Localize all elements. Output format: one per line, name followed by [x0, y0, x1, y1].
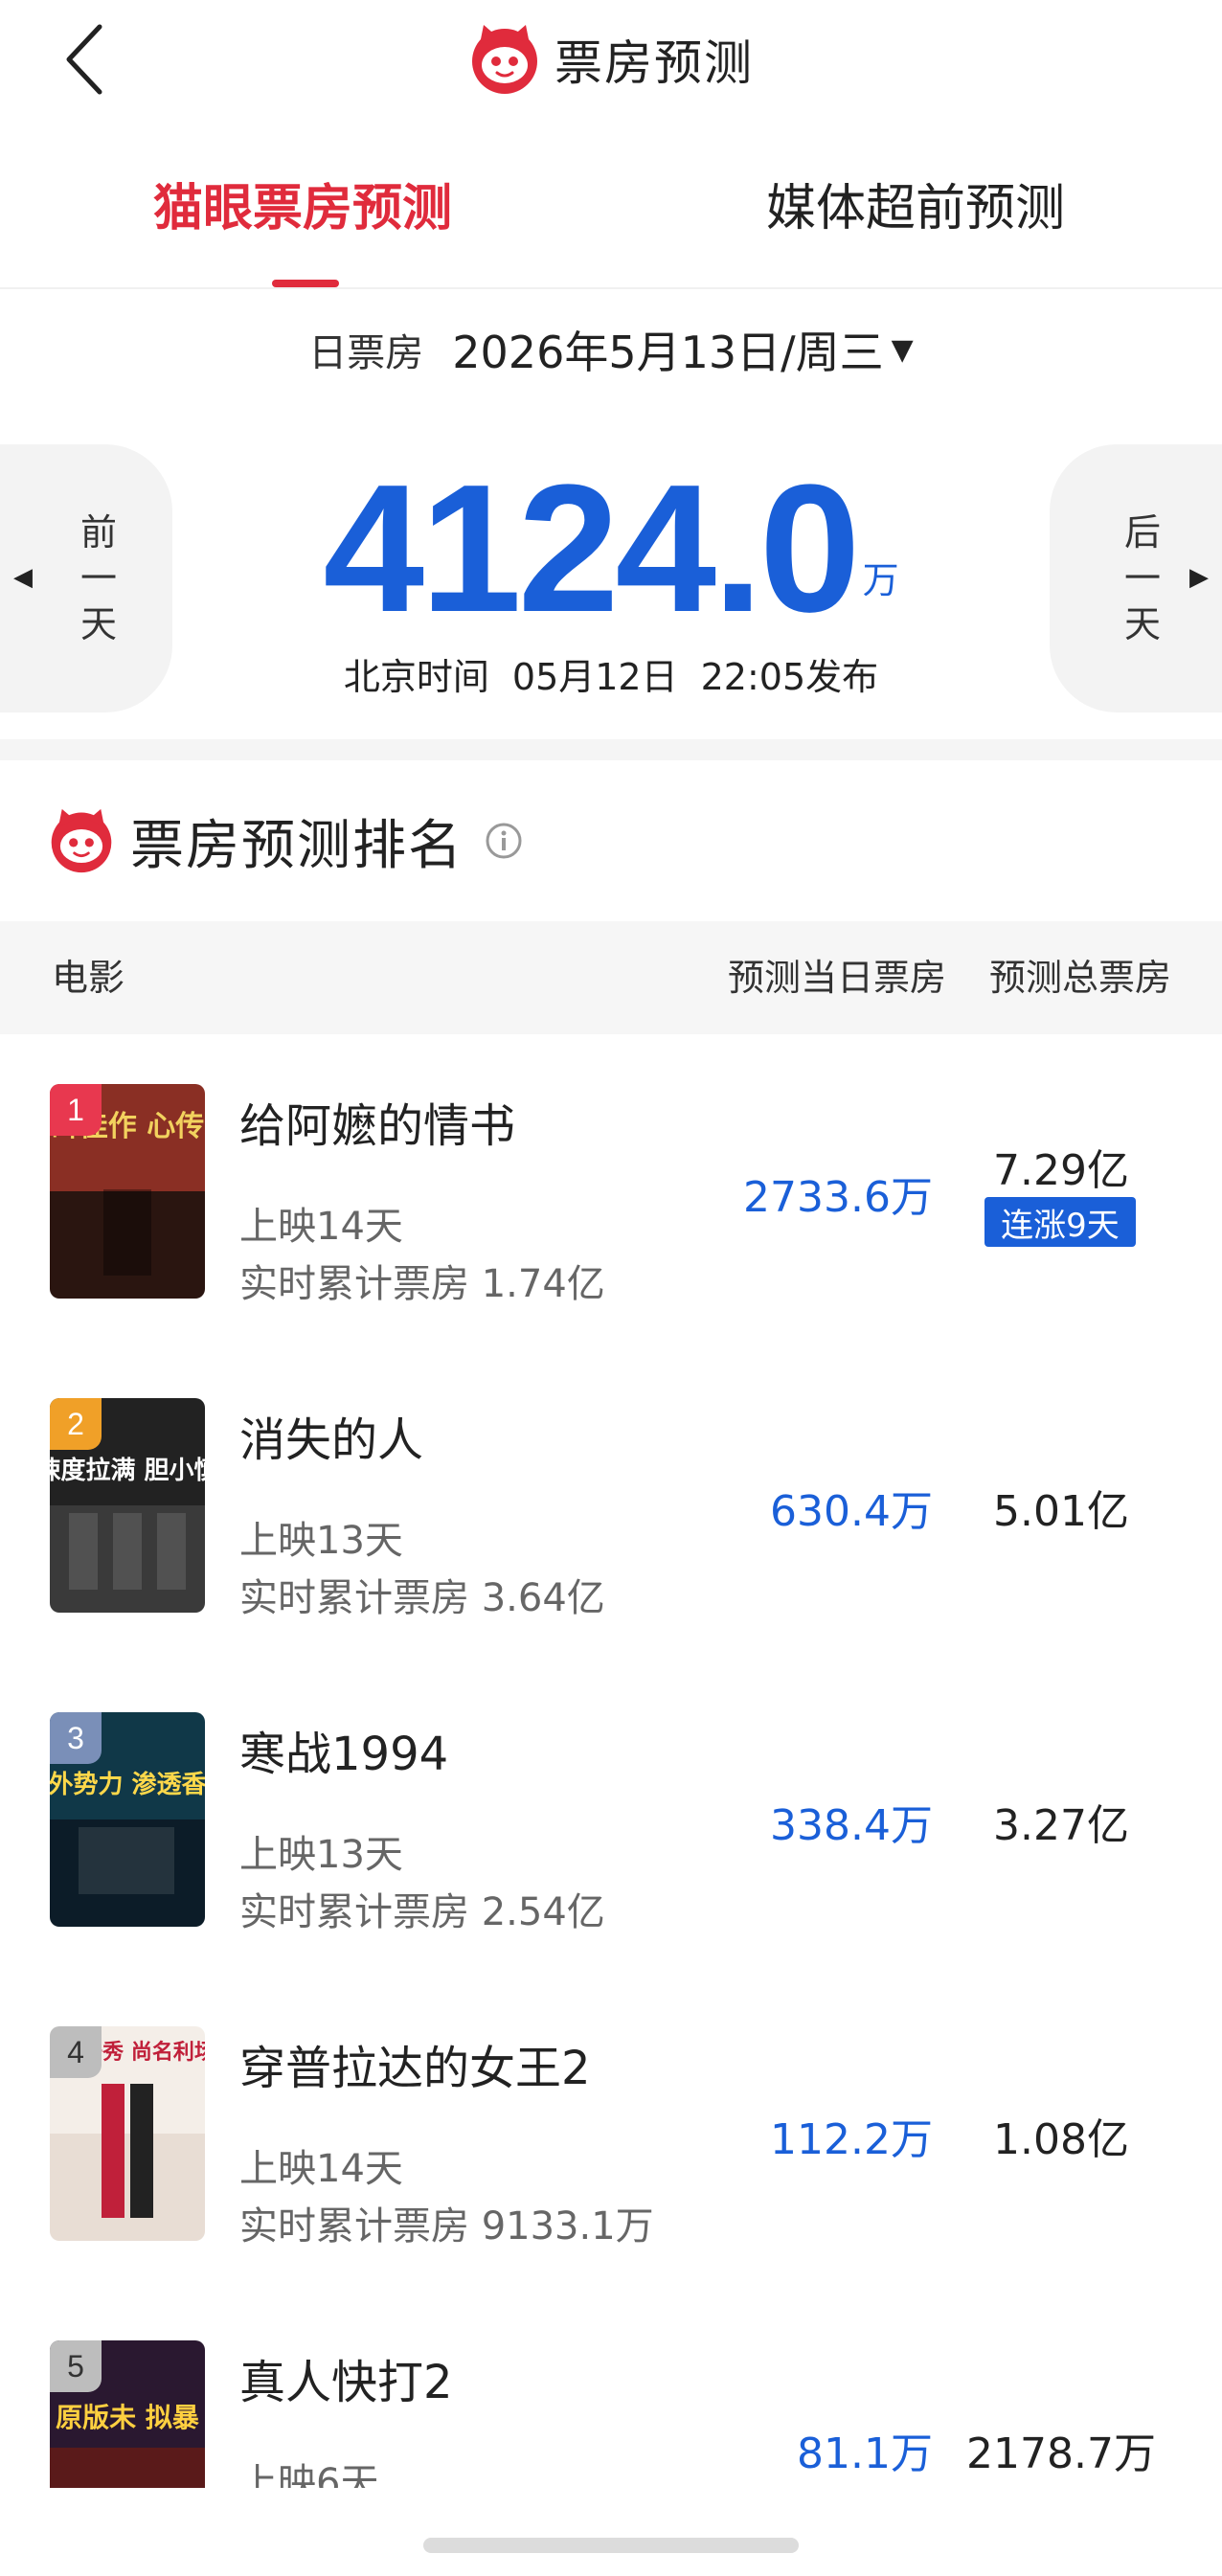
top-bar: 票房预测 [0, 0, 1222, 124]
movie-poster: 原版未 拟暴 5 [50, 2340, 205, 2488]
table-row[interactable]: 惊悚度拉满 胆小慎入 2 消失的人 上映13天 实时累计票房 3.64亿 630… [0, 1398, 1222, 1712]
daily-forecast: 630.4万 [770, 1487, 933, 1536]
release-days: 上映13天 [239, 1519, 403, 1563]
svg-text:惊悚度拉满 胆小慎入: 惊悚度拉满 胆小慎入 [50, 1456, 205, 1485]
cumulative-box-office: 实时累计票房 1.74亿 [239, 1262, 605, 1306]
cumulative-box-office: 实时累计票房 2.54亿 [239, 1890, 605, 1934]
home-indicator[interactable] [423, 2538, 799, 2553]
date-value: 2026年5月13日/周三 [452, 327, 884, 378]
forecast-total: 4124.0 万 [0, 447, 1222, 650]
daily-forecast: 338.4万 [770, 1801, 933, 1850]
cumulative-box-office: 实时累计票房 3.64亿 [239, 1576, 605, 1620]
rank-badge: 4 [50, 2026, 102, 2078]
streak-badge: 连涨9天 [984, 1197, 1136, 1247]
table-header: 电影 预测当日票房 预测总票房 [0, 921, 1222, 1034]
movie-poster: 口碑佳作 心传心 1 [50, 1084, 205, 1299]
rank-badge: 3 [50, 1712, 102, 1764]
daily-forecast: 81.1万 [797, 2429, 933, 2478]
rank-badge: 2 [50, 1398, 102, 1450]
movie-title: 给阿嬷的情书 [239, 1099, 516, 1153]
date-label: 日票房 [308, 331, 424, 375]
movie-title: 真人快打2 [239, 2356, 453, 2409]
date-selector[interactable]: 日票房 2026年5月13日/周三 ▼ [0, 316, 1222, 383]
total-forecast: 2178.7万 [966, 2429, 1156, 2478]
release-days: 上映13天 [239, 1833, 403, 1877]
total-forecast: 5.01亿 [993, 1487, 1129, 1536]
publish-info: 北京时间 05月12日 22:05发布 [0, 647, 1222, 698]
daily-forecast: 112.2万 [770, 2115, 933, 2164]
table-row[interactable]: 境外势力 渗透香港 3 寒战1994 上映13天 实时累计票房 2.54亿 33… [0, 1712, 1222, 2026]
active-tab-indicator [272, 280, 339, 287]
publish-date: 05月12日 [511, 656, 678, 698]
column-movie: 电影 [52, 957, 125, 999]
info-icon[interactable] [485, 822, 523, 860]
table-row[interactable]: 闪耀开秀 尚名利场 4 穿普拉达的女王2 上映14天 实时累计票房 9133.1… [0, 2026, 1222, 2340]
daily-forecast: 2733.6万 [743, 1173, 933, 1222]
page-title: 票房预测 [554, 35, 754, 91]
tab-maoyan-forecast[interactable]: 猫眼票房预测 [153, 170, 452, 247]
table-row[interactable]: 口碑佳作 心传心 1 给阿嬷的情书 上映14天 实时累计票房 1.74亿 273… [0, 1084, 1222, 1398]
total-forecast: 7.29亿 [993, 1146, 1129, 1195]
forecast-unit: 万 [862, 559, 899, 601]
publish-place: 北京时间 [343, 656, 489, 698]
column-total: 预测总票房 [989, 957, 1172, 999]
total-forecast: 1.08亿 [993, 2115, 1129, 2164]
release-days: 上映14天 [239, 2147, 403, 2191]
tab-media-forecast[interactable]: 媒体超前预测 [766, 170, 1065, 247]
total-forecast: 3.27亿 [993, 1801, 1129, 1850]
release-days: 上映6天 [239, 2461, 379, 2488]
forecast-value: 4124.0 [323, 447, 860, 650]
movie-poster: 境外势力 渗透香港 3 [50, 1712, 205, 1927]
ranking-title: 票房预测排名 [130, 814, 464, 877]
cumulative-box-office: 实时累计票房 9133.1万 [239, 2204, 654, 2248]
rank-badge: 1 [50, 1084, 102, 1136]
movie-poster: 闪耀开秀 尚名利场 4 [50, 2026, 205, 2241]
svg-text:境外势力 渗透香港: 境外势力 渗透香港 [50, 1770, 205, 1799]
rank-badge: 5 [50, 2340, 102, 2392]
ranking-header: 票房预测排名 [48, 801, 523, 881]
publish-time: 22:05发布 [700, 656, 879, 698]
tab-bar: 猫眼票房预测 媒体超前预测 [0, 124, 1222, 289]
movie-poster: 惊悚度拉满 胆小慎入 2 [50, 1398, 205, 1613]
table-row[interactable]: 原版未 拟暴 5 真人快打2 上映6天 81.1万 2178.7万 [0, 2340, 1222, 2488]
release-days: 上映14天 [239, 1205, 403, 1249]
maoyan-cat-logo-icon [472, 25, 537, 94]
movie-title: 消失的人 [239, 1413, 424, 1467]
section-divider [0, 739, 1222, 760]
column-daily: 预测当日票房 [728, 957, 947, 999]
title-group: 票房预测 [0, 21, 1222, 98]
maoyan-cat-logo-icon [51, 808, 112, 873]
movie-title: 寒战1994 [239, 1728, 449, 1781]
caret-down-icon: ▼ [891, 332, 914, 367]
movie-title: 穿普拉达的女王2 [239, 2042, 591, 2095]
svg-text:原版未 拟暴: 原版未 拟暴 [56, 2402, 200, 2433]
